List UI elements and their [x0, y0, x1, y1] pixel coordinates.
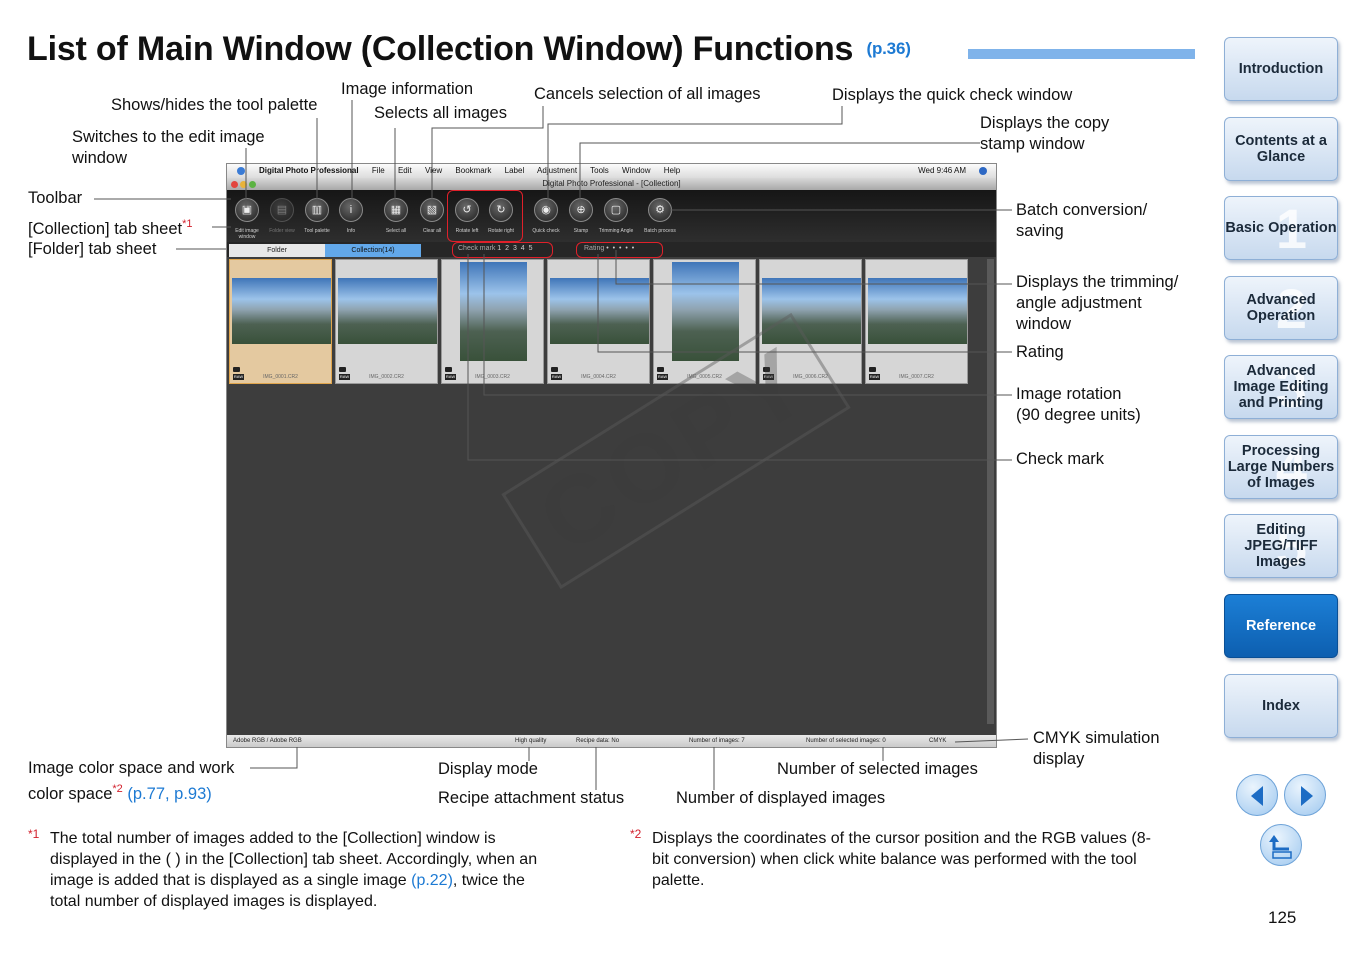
footnote-2-line3: palette.: [652, 872, 705, 889]
nav-advanced-editing-label: Advanced Image Editing and Printing: [1233, 363, 1329, 411]
nav-processing-label: Processing Large Numbers of Images: [1227, 443, 1335, 491]
callout-switch-edit-line1: Switches to the edit image: [72, 128, 265, 146]
footnote-1-line4: total number of displayed images is disp…: [50, 893, 378, 910]
footnote-1-line3a: image is added that is displayed as a si…: [50, 872, 407, 889]
callout-batch: Batch conversion/saving: [1016, 200, 1147, 242]
nav-basic-operation-button[interactable]: 1 Basic Operation: [1224, 196, 1338, 260]
nav-contents-button[interactable]: Contents at a Glance: [1224, 117, 1338, 181]
callout-folder-tab: [Folder] tab sheet: [28, 240, 157, 258]
return-button[interactable]: [1260, 824, 1302, 866]
return-arrow-icon: [1269, 835, 1292, 859]
nav-reference-label: Reference: [1245, 618, 1317, 634]
callout-cmyk: CMYK simulation display: [1033, 728, 1160, 770]
nav-index-button[interactable]: Index: [1224, 674, 1338, 738]
callout-selects-all: Selects all images: [374, 104, 507, 122]
callout-switch-edit-line2: window: [72, 149, 128, 167]
callout-color-space-line1: Image color space and work: [28, 759, 235, 777]
callout-recipe-status: Recipe attachment status: [438, 789, 625, 807]
arrow-left-icon: [1251, 786, 1263, 806]
arrow-right-icon: [1301, 786, 1313, 806]
nav-advanced-label: Advanced Operation: [1246, 292, 1316, 324]
callout-cmyk-line2: display: [1033, 750, 1085, 768]
callout-selected-images: Number of selected images: [777, 760, 978, 778]
callout-copy-stamp: Displays the copy stamp window: [980, 113, 1109, 155]
nav-index-label: Index: [1262, 698, 1300, 714]
nav-introduction-label: Introduction: [1238, 61, 1324, 77]
page-number: 125: [1268, 908, 1297, 927]
nav-basic-label: Basic Operation: [1225, 220, 1337, 236]
footnote-marker-1: *1: [182, 218, 193, 230]
callout-batch-line1: Batch conversion/: [1016, 201, 1148, 219]
previous-page-button[interactable]: [1236, 774, 1278, 816]
callout-color-space-line2: color space: [28, 785, 113, 803]
callout-quick-check: Displays the quick check window: [832, 86, 1073, 104]
callout-displayed-images: Number of displayed images: [676, 789, 886, 807]
callout-image-information: Image information: [341, 80, 474, 98]
footnote-1-line3b: , twice the: [452, 872, 525, 889]
callout-trimming-line2: angle adjustment: [1016, 294, 1142, 312]
callout-toolbar: Toolbar: [28, 189, 83, 207]
callout-rotation-line1: Image rotation: [1016, 385, 1122, 403]
footnote-2-marker: *2: [630, 827, 642, 841]
nav-reference-button[interactable]: Reference: [1224, 594, 1338, 658]
footnote-2-line1: Displays the coordinates of the cursor p…: [652, 830, 1151, 847]
footnote-1-line1: The total number of images added to the …: [50, 830, 496, 847]
callout-trimming-line1: Displays the trimming/: [1016, 273, 1179, 291]
nav-advanced-image-editing-button[interactable]: 3 Advanced Image Editing and Printing: [1224, 355, 1338, 419]
callout-check-mark: Check mark: [1016, 450, 1105, 468]
callout-cancels-selection: Cancels selection of all images: [534, 85, 761, 103]
nav-editing-jpeg-label: Editing JPEG/TIFF Images: [1244, 522, 1318, 570]
callout-collection-tab: [Collection] tab sheet*1: [28, 214, 193, 240]
callout-tool-palette: Shows/hides the tool palette: [111, 96, 318, 114]
callout-rotation: Image rotation (90 degree units): [1016, 384, 1141, 426]
callout-cmyk-line1: CMYK simulation: [1033, 729, 1160, 747]
callout-copy-stamp-line2: stamp window: [980, 135, 1085, 153]
callout-color-space: Image color space and work color space*2 …: [28, 758, 234, 805]
callout-collection-tab-text: [Collection] tab sheet: [28, 220, 183, 238]
color-space-page-ref-link[interactable]: (p.77, p.93): [127, 785, 211, 803]
footnote-1-line2: displayed in the ( ) in the [Collection]…: [50, 851, 538, 868]
callout-rotation-line2: (90 degree units): [1016, 406, 1141, 424]
callout-batch-line2: saving: [1016, 222, 1064, 240]
callout-trimming-line3: window: [1016, 315, 1072, 333]
nav-editing-jpeg-tiff-button[interactable]: 5 Editing JPEG/TIFF Images: [1224, 514, 1338, 578]
footnote-2: *2 Displays the coordinates of the curso…: [630, 827, 1212, 891]
nav-processing-large-numbers-button[interactable]: 4 Processing Large Numbers of Images: [1224, 435, 1338, 499]
next-page-button[interactable]: [1284, 774, 1326, 816]
footnote-2-line2: bit conversion) when click white balance…: [652, 851, 1137, 868]
callout-trimming: Displays the trimming/angle adjustment wi…: [1016, 272, 1178, 335]
nav-introduction-button[interactable]: Introduction: [1224, 37, 1338, 101]
callout-display-mode: Display mode: [438, 760, 538, 778]
footnote-1: *1 The total number of images added to t…: [28, 827, 610, 912]
callout-copy-stamp-line1: Displays the copy: [980, 114, 1110, 132]
footnote-1-marker: *1: [28, 827, 40, 841]
footnote-marker-2: *2: [112, 783, 123, 795]
nav-contents-label: Contents at a Glance: [1235, 133, 1327, 165]
footnote-1-page-ref-link[interactable]: (p.22): [411, 872, 453, 889]
nav-advanced-operation-button[interactable]: 2 Advanced Operation: [1224, 276, 1338, 340]
callout-rating: Rating: [1016, 343, 1064, 361]
callout-switch-edit: Switches to the edit image window: [72, 127, 265, 169]
